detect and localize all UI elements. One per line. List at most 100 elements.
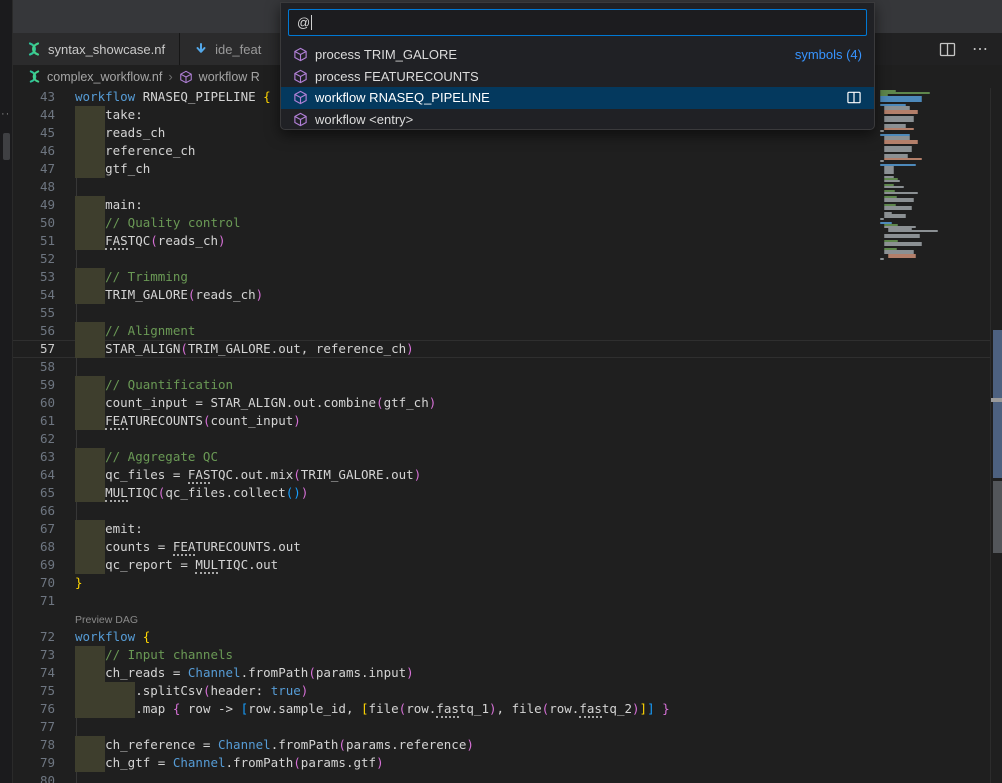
codelens-preview-dag[interactable]: Preview DAG <box>13 610 990 628</box>
minimap[interactable] <box>878 90 950 330</box>
quick-open-input[interactable]: @ <box>288 9 867 36</box>
line-number: 67 <box>13 520 55 538</box>
code-line[interactable]: 49 main: <box>13 196 990 214</box>
code-line[interactable]: 74 ch_reads = Channel.fromPath(params.in… <box>13 664 990 682</box>
code-text: count_input = STAR_ALIGN.out.combine(gtf… <box>75 394 436 412</box>
code-line[interactable]: 73 // Input channels <box>13 646 990 664</box>
overview-ruler-marker <box>991 398 1002 402</box>
split-editor-icon[interactable] <box>939 42 956 57</box>
code-line[interactable]: 56 // Alignment <box>13 322 990 340</box>
rail-more-icon[interactable]: ·· <box>1 108 10 120</box>
scrollbar-thumb[interactable] <box>993 330 1002 478</box>
symbol-cube-icon <box>293 47 308 62</box>
line-number: 63 <box>13 448 55 466</box>
code-line[interactable]: 47 gtf_ch <box>13 160 990 178</box>
more-actions-icon[interactable]: ⋯ <box>972 39 990 59</box>
code-line[interactable]: 52 <box>13 250 990 268</box>
code-line[interactable]: 80 <box>13 772 990 783</box>
rail-grip[interactable] <box>3 133 10 160</box>
code-line[interactable]: 71 <box>13 592 990 610</box>
line-number: 70 <box>13 574 55 592</box>
code-line[interactable]: 67 emit: <box>13 520 990 538</box>
code-text: reads_ch <box>75 124 165 142</box>
code-line[interactable]: 65 MULTIQC(qc_files.collect()) <box>13 484 990 502</box>
line-number: 49 <box>13 196 55 214</box>
line-number: 56 <box>13 322 55 340</box>
minimap-line <box>884 216 906 218</box>
indent-guide <box>76 772 77 783</box>
quick-open-item-label: process FEATURECOUNTS <box>315 69 479 84</box>
code-line[interactable]: 72workflow { <box>13 628 990 646</box>
tab-syntax-showcase[interactable]: syntax_showcase.nf <box>13 33 180 65</box>
code-line[interactable]: 76 .map { row -> [row.sample_id, [file(r… <box>13 700 990 718</box>
quick-open-item-label: workflow <entry> <box>315 112 413 127</box>
code-line[interactable]: 64 qc_files = FASTQC.out.mix(TRIM_GALORE… <box>13 466 990 484</box>
quick-open-item[interactable]: process FEATURECOUNTS <box>281 66 874 88</box>
code-line[interactable]: 63 // Aggregate QC <box>13 448 990 466</box>
line-number: 73 <box>13 646 55 664</box>
code-text: workflow { <box>75 628 150 646</box>
symbols-count-badge: symbols (4) <box>795 47 862 62</box>
breadcrumb[interactable]: complex_workflow.nf › workflow R <box>13 65 280 88</box>
split-editor-icon[interactable] <box>846 91 862 104</box>
code-line[interactable]: 59 // Quantification <box>13 376 990 394</box>
code-line[interactable]: 57 STAR_ALIGN(TRIM_GALORE.out, reference… <box>13 340 990 358</box>
line-number: 44 <box>13 106 55 124</box>
quick-open-panel: @ process TRIM_GALOREsymbols (4) process … <box>280 2 875 130</box>
code-text: qc_files = FASTQC.out.mix(TRIM_GALORE.ou… <box>75 466 421 484</box>
breadcrumb-separator: › <box>168 69 172 84</box>
code-text: emit: <box>75 520 143 538</box>
code-line[interactable]: 50 // Quality control <box>13 214 990 232</box>
indent-guide <box>76 502 77 520</box>
code-line[interactable]: 75 .splitCsv(header: true) <box>13 682 990 700</box>
code-text: .splitCsv(header: true) <box>75 682 308 700</box>
code-text: workflow RNASEQ_PIPELINE { <box>75 88 271 106</box>
line-number: 78 <box>13 736 55 754</box>
quick-open-item[interactable]: workflow RNASEQ_PIPELINE <box>281 87 874 109</box>
code-line[interactable]: 78 ch_reference = Channel.fromPath(param… <box>13 736 990 754</box>
code-line[interactable]: 66 <box>13 502 990 520</box>
code-line[interactable]: 54 TRIM_GALORE(reads_ch) <box>13 286 990 304</box>
tab-actions: ⋯ <box>939 33 990 65</box>
line-number: 53 <box>13 268 55 286</box>
code-line[interactable]: 55 <box>13 304 990 322</box>
line-number: 48 <box>13 178 55 196</box>
code-line[interactable]: 60 count_input = STAR_ALIGN.out.combine(… <box>13 394 990 412</box>
code-line[interactable]: 61 FEATURECOUNTS(count_input) <box>13 412 990 430</box>
line-number: 51 <box>13 232 55 250</box>
code-line[interactable]: 48 <box>13 178 990 196</box>
tab-label: syntax_showcase.nf <box>48 42 165 57</box>
breadcrumb-file[interactable]: complex_workflow.nf <box>47 70 162 84</box>
line-number: 55 <box>13 304 55 322</box>
code-line[interactable]: 68 counts = FEATURECOUNTS.out <box>13 538 990 556</box>
code-text: // Quantification <box>75 376 233 394</box>
code-text: // Quality control <box>75 214 241 232</box>
breadcrumb-symbol[interactable]: workflow R <box>199 70 260 84</box>
quick-open-item[interactable]: process TRIM_GALOREsymbols (4) <box>281 44 874 66</box>
code-text: main: <box>75 196 143 214</box>
indent-guide <box>76 718 77 736</box>
code-line[interactable]: 77 <box>13 718 990 736</box>
code-line[interactable]: 62 <box>13 430 990 448</box>
scrollbar[interactable] <box>990 88 1002 783</box>
code-text: FEATURECOUNTS(count_input) <box>75 412 301 430</box>
symbol-cube-icon <box>179 70 193 84</box>
nextflow-icon <box>27 42 41 56</box>
code-line[interactable]: 53 // Trimming <box>13 268 990 286</box>
line-number: 45 <box>13 124 55 142</box>
code-line[interactable]: 69 qc_report = MULTIQC.out <box>13 556 990 574</box>
code-line[interactable]: 70} <box>13 574 990 592</box>
code-editor[interactable]: 43workflow RNASEQ_PIPELINE {44 take:45 r… <box>13 88 990 783</box>
line-number: 60 <box>13 394 55 412</box>
code-text: reference_ch <box>75 142 195 160</box>
code-line[interactable]: 46 reference_ch <box>13 142 990 160</box>
code-text: STAR_ALIGN(TRIM_GALORE.out, reference_ch… <box>75 340 414 358</box>
arrow-down-icon <box>194 42 208 56</box>
code-line[interactable]: 79 ch_gtf = Channel.fromPath(params.gtf) <box>13 754 990 772</box>
quick-open-item[interactable]: workflow <entry> <box>281 109 874 131</box>
vscode-window: ·· syntax_showcase.nf ide_feat ⋯ <box>0 0 1002 783</box>
symbol-cube-icon <box>293 112 308 127</box>
code-line[interactable]: 51 FASTQC(reads_ch) <box>13 232 990 250</box>
code-text: ch_reads = Channel.fromPath(params.input… <box>75 664 414 682</box>
code-line[interactable]: 58 <box>13 358 990 376</box>
